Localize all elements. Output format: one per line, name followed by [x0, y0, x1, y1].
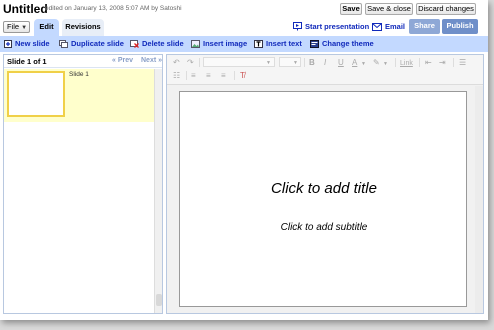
file-menu[interactable]: File ▼: [3, 21, 30, 33]
toolbar-divider: [453, 58, 454, 67]
toolbar-divider: [419, 58, 420, 67]
subtitle-placeholder[interactable]: Click to add subtitle: [180, 222, 468, 233]
change-theme-button[interactable]: Change theme: [310, 39, 374, 48]
edit-metadata: edited on January 13, 2008 5:07 AM by Sa…: [45, 5, 182, 12]
change-theme-label: Change theme: [322, 39, 374, 48]
slide-thumbnail[interactable]: [7, 71, 65, 117]
new-slide-icon: [4, 40, 12, 48]
slide-list-item[interactable]: Slide 1: [4, 69, 154, 122]
start-presentation-link[interactable]: Start presentation: [293, 22, 369, 31]
link-button[interactable]: Link: [400, 59, 413, 69]
duplicate-slide-label: Duplicate slide: [71, 39, 124, 48]
slide-actions-toolbar: New slide Duplicate slide Delete slide I…: [0, 36, 488, 52]
slide-canvas[interactable]: Click to add title Click to add subtitle: [179, 91, 467, 307]
redo-icon[interactable]: ↷: [187, 58, 194, 68]
save-and-close-button[interactable]: Save & close: [365, 3, 413, 15]
toolbar-divider: [395, 58, 396, 67]
save-button[interactable]: Save: [340, 3, 362, 15]
align-center-icon[interactable]: ≡: [206, 71, 211, 81]
slide-count: Slide 1 of 1: [7, 57, 47, 66]
duplicate-slide-button[interactable]: Duplicate slide: [59, 39, 124, 48]
indent-less-icon[interactable]: ⇤: [425, 58, 432, 68]
tab-edit[interactable]: Edit: [34, 19, 59, 36]
duplicate-slide-icon: [59, 40, 68, 48]
email-link[interactable]: Email: [372, 22, 405, 31]
email-label: Email: [385, 22, 406, 31]
align-right-icon[interactable]: ≡: [221, 71, 226, 81]
delete-slide-label: Delete slide: [142, 39, 184, 48]
chevron-down-icon: ▼: [266, 60, 271, 66]
insert-text-button[interactable]: Insert text: [254, 39, 302, 48]
editor-scrollbar[interactable]: [475, 86, 483, 313]
formatting-toolbar: ↶ ↷ ▼ ▼ B I U A ▼ ✎ ▼ Link ⇤ ⇥ ☰ ☷ ≡ ≡ ≡…: [167, 55, 483, 85]
tab-revisions[interactable]: Revisions: [62, 19, 104, 36]
image-icon: [191, 40, 200, 48]
chevron-down-icon: ▼: [361, 61, 366, 67]
discard-changes-button[interactable]: Discard changes: [416, 3, 476, 15]
toolbar-divider: [234, 71, 235, 80]
insert-image-label: Insert image: [203, 39, 248, 48]
toolbar-divider: [186, 71, 187, 80]
chevron-down-icon: ▼: [293, 60, 298, 66]
text-box-icon: [254, 40, 263, 48]
title-placeholder[interactable]: Click to add title: [180, 180, 468, 197]
font-size-select[interactable]: ▼: [279, 57, 301, 67]
slides-scrollbar[interactable]: [154, 69, 162, 313]
prev-slide-link[interactable]: « Prev: [112, 57, 133, 64]
tab-row: File ▼ Edit Revisions Start presentation …: [0, 18, 488, 36]
document-title[interactable]: Untitled: [3, 2, 48, 16]
slide-label: Slide 1: [69, 71, 89, 78]
title-bar: Untitled edited on January 13, 2008 5:07…: [0, 0, 488, 18]
file-menu-label: File: [7, 22, 20, 31]
insert-text-label: Insert text: [266, 39, 302, 48]
toolbar-divider: [304, 58, 305, 67]
font-family-select[interactable]: ▼: [203, 57, 275, 67]
new-slide-button[interactable]: New slide: [4, 39, 50, 48]
presentation-editor-window: Untitled edited on January 13, 2008 5:07…: [0, 0, 488, 320]
underline-icon[interactable]: U: [338, 58, 344, 68]
share-button[interactable]: Share: [409, 19, 440, 34]
toolbar-divider: [199, 58, 200, 67]
chevron-down-icon: ▼: [383, 61, 388, 67]
highlight-color-icon[interactable]: ✎: [373, 58, 380, 68]
projector-screen-icon: [293, 22, 302, 31]
delete-slide-icon: [130, 40, 139, 48]
slide-editor: ↶ ↷ ▼ ▼ B I U A ▼ ✎ ▼ Link ⇤ ⇥ ☰ ☷ ≡ ≡ ≡…: [166, 54, 484, 314]
start-presentation-label: Start presentation: [305, 22, 370, 31]
indent-more-icon[interactable]: ⇥: [439, 58, 446, 68]
bold-icon[interactable]: B: [309, 58, 315, 68]
clear-formatting-icon[interactable]: T̸: [240, 71, 245, 81]
numbered-list-icon[interactable]: ☷: [173, 71, 180, 81]
text-color-icon[interactable]: A: [352, 58, 357, 68]
slides-panel: Slide 1 of 1 « Prev Next » Slide 1: [3, 54, 163, 314]
theme-icon: [310, 40, 319, 48]
undo-icon[interactable]: ↶: [173, 58, 180, 68]
italic-icon[interactable]: I: [324, 58, 326, 68]
next-slide-link[interactable]: Next »: [141, 57, 162, 64]
chevron-down-icon: ▼: [21, 25, 28, 31]
new-slide-label: New slide: [15, 39, 50, 48]
scrollbar-thumb[interactable]: [156, 294, 162, 306]
publish-button[interactable]: Publish: [442, 19, 478, 34]
delete-slide-button[interactable]: Delete slide: [130, 39, 184, 48]
envelope-icon: [372, 23, 382, 31]
align-left-icon[interactable]: ≡: [191, 71, 196, 81]
bulleted-list-icon[interactable]: ☰: [459, 58, 466, 68]
slides-panel-header: Slide 1 of 1 « Prev Next »: [4, 55, 162, 68]
insert-image-button[interactable]: Insert image: [191, 39, 247, 48]
